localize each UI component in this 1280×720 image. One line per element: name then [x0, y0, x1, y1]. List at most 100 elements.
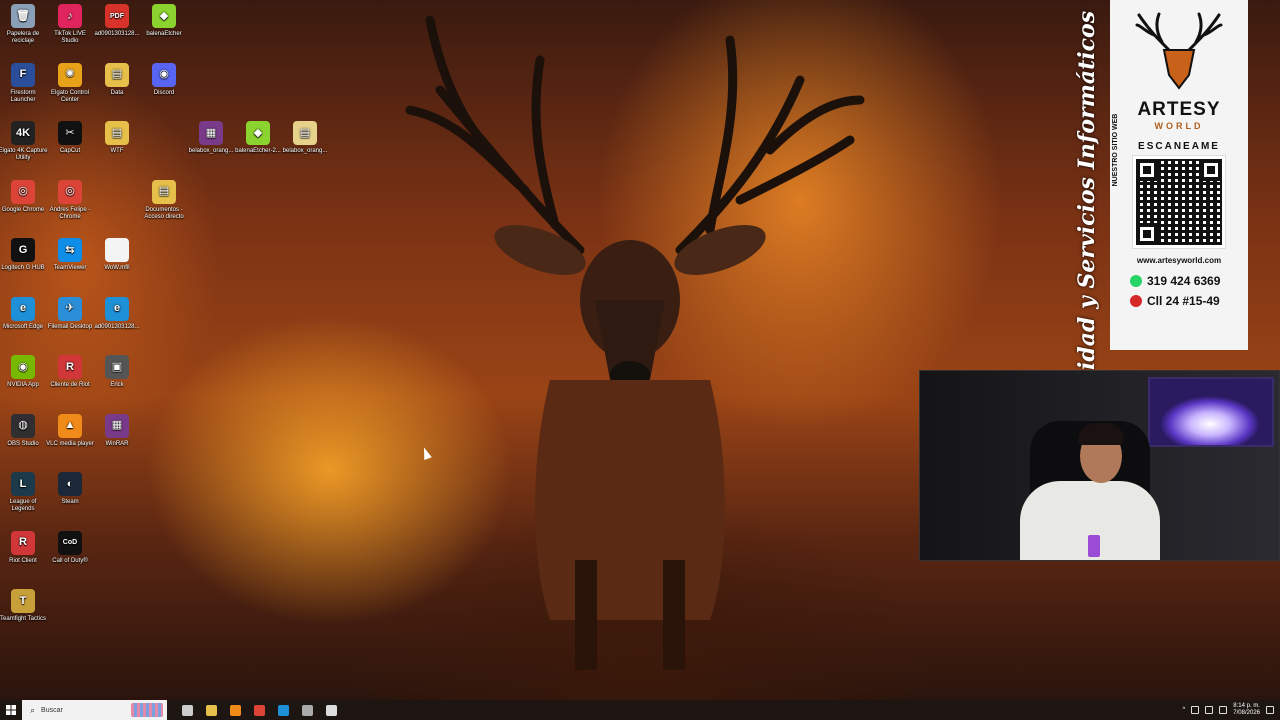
winrar-icon: ▦ — [199, 121, 223, 145]
desktop-icon[interactable]: ◆ balenaEtcher — [139, 4, 189, 38]
purple-cup — [1088, 535, 1100, 557]
desktop-icon[interactable]: e Microsoft Edge — [0, 296, 48, 331]
desktop-icon[interactable]: ♪ TikTok LIVE Studio — [45, 4, 95, 45]
start-button[interactable] — [0, 700, 22, 720]
notification-icon[interactable] — [1266, 706, 1274, 714]
desktop-icon[interactable]: L League of Legends — [0, 472, 48, 513]
services-vertical-text: idad y Servicios Informáticos — [1074, 10, 1100, 370]
desktop-icon-label: Cliente de Riot — [50, 382, 90, 388]
desktop-icon[interactable]: ✈ Filemail Desktop — [45, 296, 95, 331]
phone-contact: 319 424 6369 — [1110, 274, 1248, 288]
windows-logo-icon — [6, 705, 16, 715]
clock[interactable]: 8:14 p. m. 7/08/2026 — [1233, 703, 1260, 717]
archive-file-icon: ▤ — [293, 121, 317, 145]
desktop-icon[interactable]: ⇆ TeamViewer — [45, 238, 95, 272]
desktop-icon[interactable]: R Riot Client — [0, 530, 48, 565]
desktop-icon-label: Steam — [61, 499, 79, 505]
desktop-icon[interactable]: R Cliente de Riot — [45, 355, 95, 389]
taskbar-search-box[interactable]: ⌕ Buscar — [22, 700, 167, 720]
desktop-icon-label: belabox_orang... — [282, 148, 328, 154]
clock-time: 8:14 p. m. — [1233, 703, 1260, 709]
folder-icon: ▤ — [105, 62, 129, 87]
desktop-icon-label: Discord — [153, 89, 175, 96]
desktop-icon[interactable]: PDF ad0901303128... — [92, 4, 142, 38]
address-text: Cll 24 #15-49 — [1147, 294, 1220, 308]
desktop-icon[interactable]: ◎ Google Chrome — [0, 179, 48, 214]
edge-file-icon: e — [105, 296, 129, 321]
desktop-icon-label: Riot Client — [9, 557, 37, 564]
desktop-icon[interactable]: ✺ Elgato Control Center — [45, 62, 95, 104]
league-icon: L — [11, 472, 35, 496]
desktop-icon[interactable]: ▤ WTF — [92, 121, 142, 155]
phone-number: 319 424 6369 — [1147, 274, 1221, 288]
desktop-icon[interactable]: ▲ VLC media player — [45, 413, 95, 448]
search-placeholder: Buscar — [41, 706, 63, 714]
battery-icon[interactable] — [1219, 706, 1228, 714]
winrar-icon: ▦ — [105, 413, 129, 438]
desktop-icon-label: Documentos - Acceso directo — [144, 206, 184, 220]
qr-code[interactable] — [1132, 155, 1226, 249]
riot-client-icon: R — [11, 530, 35, 555]
desktop-icon[interactable]: ◐ Steam — [45, 472, 95, 506]
desktop-icon[interactable]: G Logitech G HUB — [0, 238, 48, 272]
desktop-icon[interactable]: ▦ WinRAR — [92, 413, 142, 448]
tray-chevron-icon[interactable]: ^ — [1182, 707, 1185, 713]
desktop-icon[interactable]: ▤ Data — [92, 62, 142, 97]
desktop-icon[interactable]: F Firestorm Launcher — [0, 62, 48, 104]
desktop-icon[interactable]: CoD Call of Duty® — [45, 530, 95, 565]
desktop-icon-label: balenaEtcher-2... — [235, 148, 281, 154]
desktop-icon[interactable]: ▣ Erick — [92, 355, 142, 389]
fireplace-screen — [1148, 377, 1274, 447]
whatsapp-icon — [1130, 275, 1142, 287]
desktop-icon[interactable]: 4K Elgato 4K Capture Utility — [0, 121, 48, 162]
desktop-icon[interactable]: 🗑 Papelera de reciclaje — [0, 4, 48, 45]
desktop-icon-label: Erick — [110, 382, 124, 388]
brand-name: ARTESY — [1137, 99, 1221, 120]
obs-icon: ◍ — [11, 413, 35, 438]
desktop-icon[interactable]: ▦ belabox_orang... — [186, 121, 236, 155]
desktop-icon[interactable]: ▤ Documentos - Acceso directo — [139, 179, 189, 221]
deer-wallpaper — [405, 15, 865, 670]
tft-icon: T — [11, 589, 35, 613]
volume-icon[interactable] — [1205, 706, 1214, 714]
folder-icon: ▤ — [105, 121, 129, 145]
desktop-icon-label: Andres Felipe - Chrome — [49, 206, 91, 220]
desktop-icon[interactable]: T Teamfight Tactics — [0, 589, 48, 623]
obs-taskbar-icon-glyph — [301, 704, 313, 716]
app-taskbar-icon-glyph — [325, 704, 337, 716]
app-taskbar-icon[interactable] — [319, 700, 343, 720]
edge-taskbar-icon-glyph — [277, 704, 289, 716]
desktop-icon[interactable]: ▤ belabox_orang... — [280, 121, 330, 155]
obs-taskbar-icon[interactable] — [295, 700, 319, 720]
chrome-taskbar-icon-glyph — [253, 704, 265, 716]
desktop-icon-label: Logitech G HUB — [1, 265, 45, 271]
chrome-taskbar-icon[interactable] — [247, 700, 271, 720]
capcut-icon: ✂ — [58, 121, 82, 145]
desktop-icon[interactable]: ◉ NVIDIA App — [0, 355, 48, 389]
recycle-bin-icon: 🗑 — [11, 4, 35, 28]
desktop-icon[interactable]: ◉ Discord — [139, 62, 189, 97]
desktop-icon[interactable]: ◎ Andres Felipe - Chrome — [45, 179, 95, 221]
desktop-icon[interactable]: WoW.mfil — [92, 238, 142, 272]
desktop-icon-label: WoW.mfil — [104, 265, 130, 271]
elgato-4k-icon: 4K — [11, 121, 35, 145]
desktop-icon[interactable]: ✂ CapCut — [45, 121, 95, 155]
desktop-icon-label: Google Chrome — [1, 206, 45, 213]
edge-taskbar-icon[interactable] — [271, 700, 295, 720]
file-explorer-icon[interactable] — [199, 700, 223, 720]
pdf-file-icon: PDF — [105, 4, 129, 28]
desktop-icon-label: Call of Duty® — [52, 557, 88, 564]
taskbar-apps — [175, 700, 343, 720]
desktop-icon[interactable]: e ad0901303128... — [92, 296, 142, 331]
desktop-icon-label: Data — [110, 89, 124, 96]
edge-icon: e — [11, 296, 35, 321]
task-view-icon[interactable] — [175, 700, 199, 720]
website-url[interactable]: www.artesyworld.com — [1110, 256, 1248, 265]
desktop-icon[interactable]: ◍ OBS Studio — [0, 413, 48, 448]
network-icon[interactable] — [1191, 706, 1200, 714]
balena-icon: ◆ — [246, 121, 270, 145]
desktop-icon[interactable]: ◆ balenaEtcher-2... — [233, 121, 283, 155]
vlc-taskbar-icon[interactable] — [223, 700, 247, 720]
task-view-icon-glyph — [181, 704, 193, 716]
mouse-cursor — [420, 445, 432, 461]
